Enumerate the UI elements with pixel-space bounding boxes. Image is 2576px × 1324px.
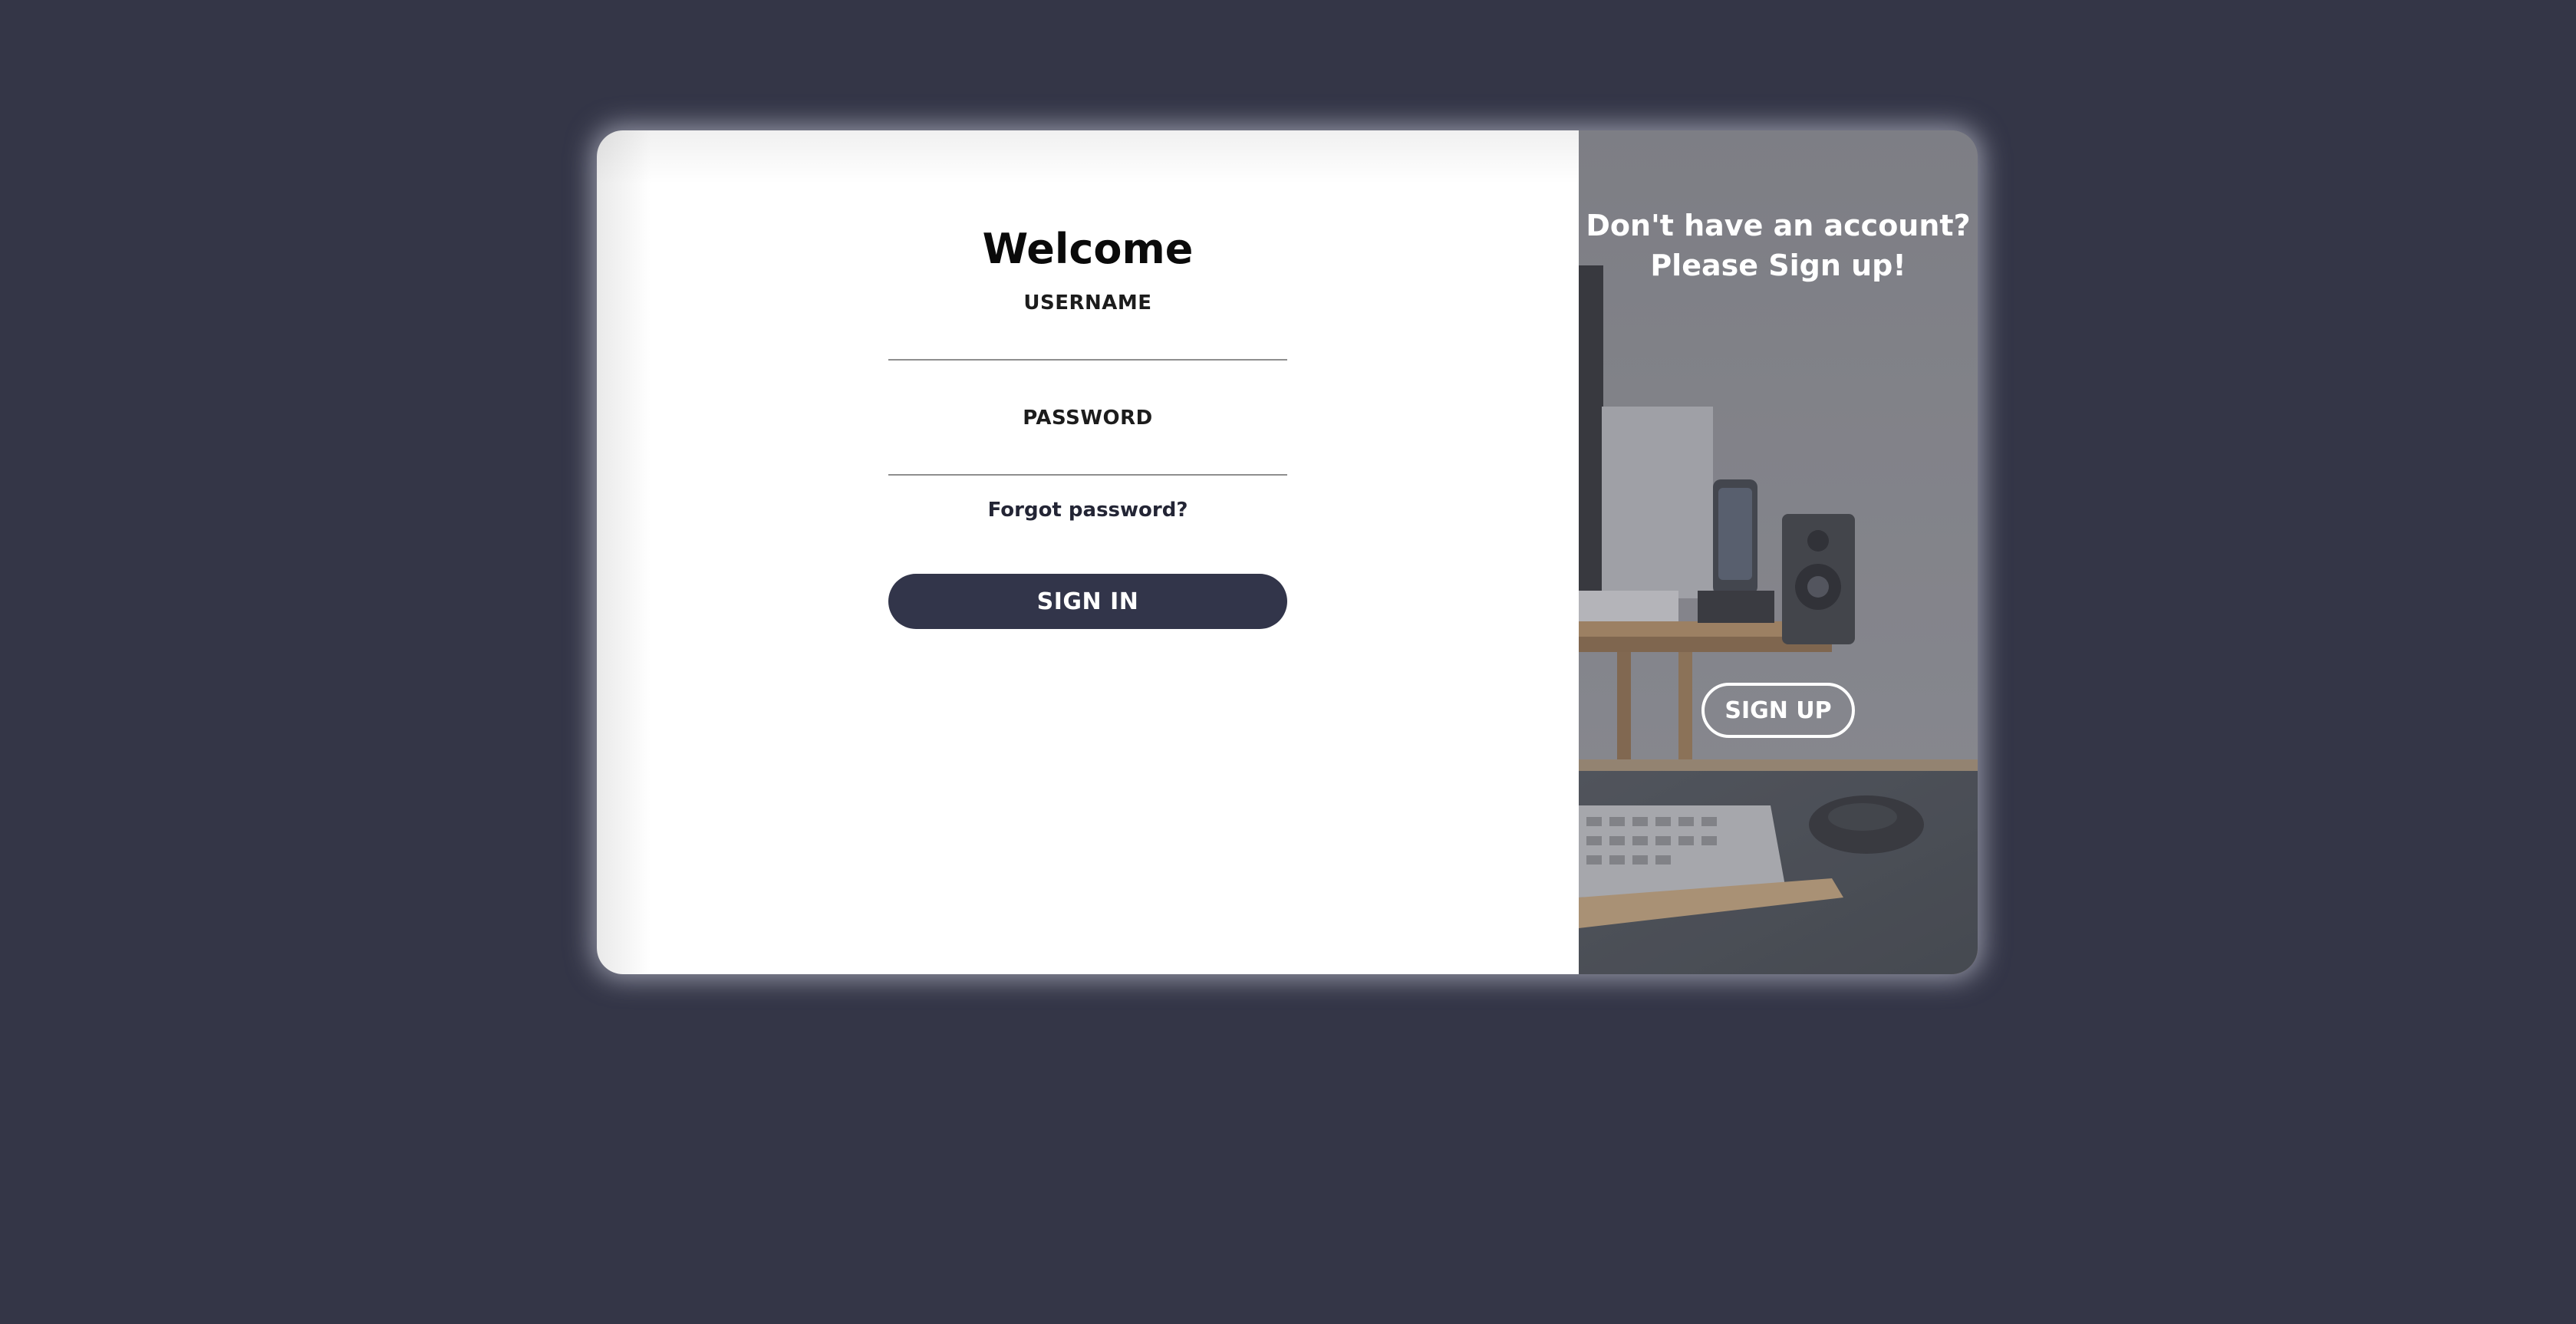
signup-panel: Don't have an account? Please Sign up! S… <box>1579 130 1978 974</box>
username-input[interactable] <box>888 324 1287 361</box>
page-title: Welcome <box>982 225 1194 273</box>
signup-prompt-line2: Please Sign up! <box>1650 249 1906 282</box>
forgot-password-link[interactable]: Forgot password? <box>888 499 1287 522</box>
sign-up-button[interactable]: SIGN UP <box>1701 683 1855 738</box>
username-label: USERNAME <box>1023 291 1152 315</box>
signin-form: Welcome USERNAME PASSWORD Forgot passwor… <box>888 207 1287 629</box>
signup-prompt: Don't have an account? Please Sign up! <box>1579 206 1978 285</box>
signup-prompt-line1: Don't have an account? <box>1586 209 1971 242</box>
password-label: PASSWORD <box>1023 407 1153 430</box>
login-card: Welcome USERNAME PASSWORD Forgot passwor… <box>597 130 1978 974</box>
sign-in-button[interactable]: SIGN IN <box>888 574 1287 629</box>
password-input[interactable] <box>888 439 1287 476</box>
signin-panel: Welcome USERNAME PASSWORD Forgot passwor… <box>597 130 1579 974</box>
